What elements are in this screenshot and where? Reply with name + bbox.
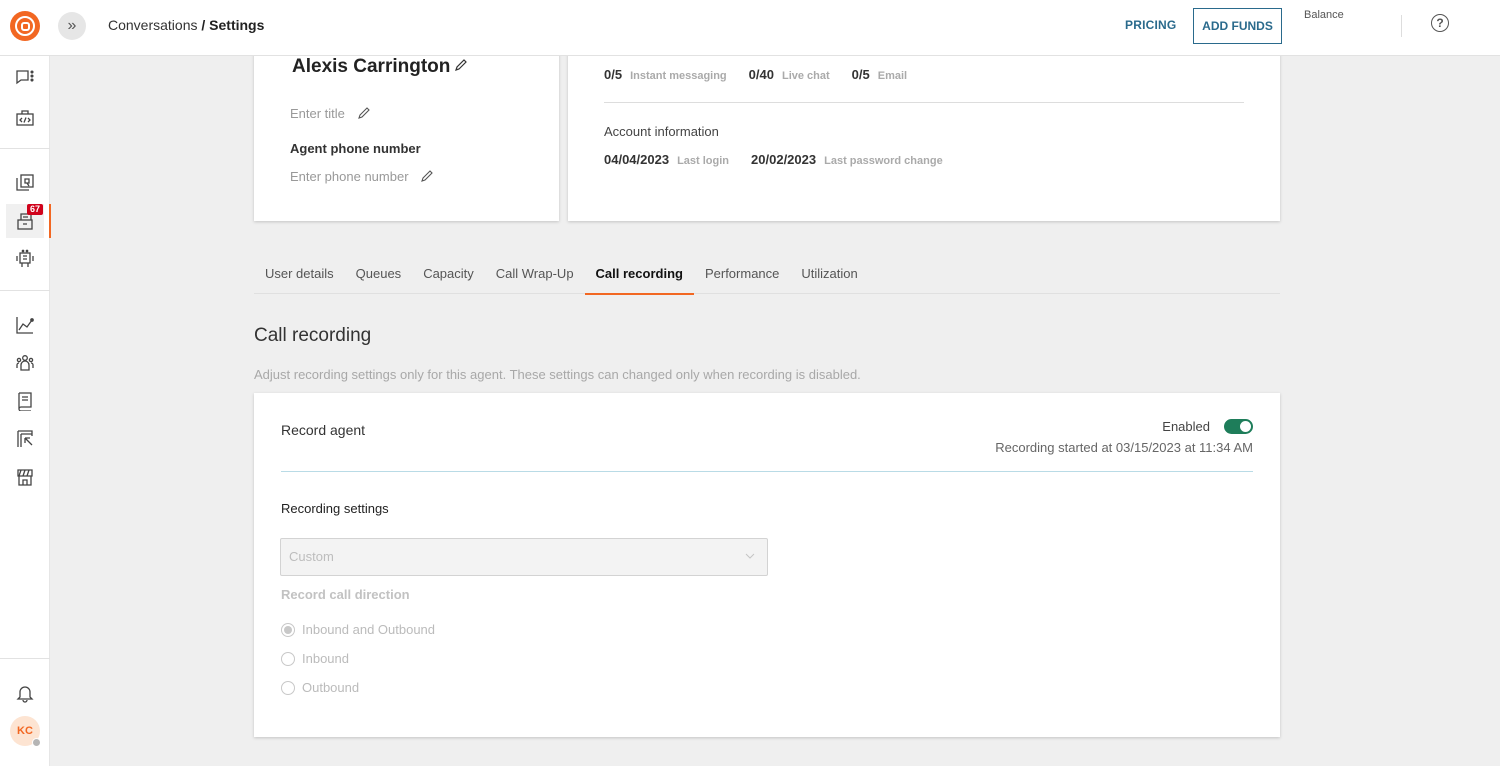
radio-label: Inbound and Outbound xyxy=(302,622,436,637)
top-header: » Conversations / Settings PRICING ADD F… xyxy=(0,0,1500,56)
radio-outbound[interactable]: Outbound xyxy=(281,680,359,695)
presence-status-dot xyxy=(32,738,41,747)
sidebar-item-bot[interactable] xyxy=(6,242,44,276)
campaign-icon xyxy=(17,430,33,447)
enabled-row: Enabled xyxy=(1162,419,1253,434)
enabled-label: Enabled xyxy=(1162,419,1210,434)
radio-label: Outbound xyxy=(302,680,360,695)
tab-utilization[interactable]: Utilization xyxy=(790,258,868,294)
header-divider xyxy=(1401,15,1402,37)
tab-queues[interactable]: Queues xyxy=(345,258,413,294)
edit-name-pencil-icon[interactable] xyxy=(454,58,468,72)
sidebar-item-analytics[interactable] xyxy=(6,308,44,342)
help-icon[interactable]: ? xyxy=(1431,14,1449,32)
call-direction-label: Record call direction xyxy=(281,587,410,602)
capacity-label: Live chat xyxy=(781,70,830,82)
tab-performance[interactable]: Performance xyxy=(694,258,790,294)
divider xyxy=(281,471,1253,472)
radio-button[interactable] xyxy=(281,622,295,637)
sidebar-item-developer[interactable] xyxy=(6,101,44,135)
radio-label: Inbound xyxy=(302,651,349,666)
app-logo[interactable] xyxy=(10,11,40,41)
capacity-label: Instant messaging xyxy=(630,70,727,82)
capacity-row: 0/5 Instant messaging 0/40 Live chat 0/5… xyxy=(604,67,929,82)
notifications-button[interactable] xyxy=(6,676,44,710)
capacity-value: 0/5 xyxy=(851,67,870,82)
sidebar-item-conversations[interactable] xyxy=(6,61,44,95)
sidebar-item-knowledge[interactable] xyxy=(6,166,44,200)
sidebar-item-inbox[interactable]: 67 xyxy=(6,204,51,238)
divider xyxy=(604,102,1244,103)
settings-tabs: User details Queues Capacity Call Wrap-U… xyxy=(254,258,1280,295)
capacity-value: 0/40 xyxy=(748,67,774,82)
people-icon xyxy=(16,355,34,371)
section-description: Adjust recording settings only for this … xyxy=(254,367,861,382)
record-agent-label: Record agent xyxy=(281,422,366,438)
inbox-badge: 67 xyxy=(27,204,44,215)
section-title: Call recording xyxy=(254,325,372,346)
knowledge-icon xyxy=(16,174,34,191)
sidebar-separator xyxy=(0,658,50,659)
radio-inbound[interactable]: Inbound xyxy=(281,651,349,666)
radio-button[interactable] xyxy=(281,680,295,695)
agent-name: Alexis Carrington xyxy=(292,56,451,77)
call-recording-card: Record agent Enabled Recording started a… xyxy=(254,393,1280,737)
sidebar-separator xyxy=(0,148,50,149)
last-password-label: Last password change xyxy=(824,155,943,167)
agent-profile-card: Alexis Carrington Enter title Agent phon… xyxy=(254,40,559,221)
tab-call-wrap-up[interactable]: Call Wrap-Up xyxy=(485,258,585,294)
sidebar-item-store[interactable] xyxy=(6,460,44,494)
avatar-initials: KC xyxy=(17,725,33,737)
last-login-value: 04/04/2023 xyxy=(604,152,670,167)
chevrons-right-icon: » xyxy=(67,17,77,34)
edit-title-pencil-icon[interactable] xyxy=(357,106,371,120)
user-avatar[interactable]: KC xyxy=(10,716,41,747)
analytics-icon xyxy=(16,317,34,334)
sidebar: 67 KC xyxy=(0,56,51,766)
breadcrumb: Conversations / Settings xyxy=(108,17,264,33)
account-info-title: Account information xyxy=(604,124,719,139)
balance-label: Balance xyxy=(1304,9,1344,21)
select-value: Custom xyxy=(289,549,334,564)
capacity-label: Email xyxy=(877,70,908,82)
sidebar-item-people[interactable] xyxy=(6,346,44,380)
last-password-value: 20/02/2023 xyxy=(751,152,817,167)
pricing-link[interactable]: PRICING xyxy=(1125,18,1176,32)
phone-field[interactable]: Enter phone number xyxy=(290,169,409,184)
agent-stats-card: 0/5 Instant messaging 0/40 Live chat 0/5… xyxy=(568,40,1280,221)
sidebar-item-campaign[interactable] xyxy=(6,422,44,456)
capacity-value: 0/5 xyxy=(604,67,623,82)
tab-user-details[interactable]: User details xyxy=(254,258,345,294)
recording-started-text: Recording started at 03/15/2023 at 11:34… xyxy=(995,440,1253,455)
title-field[interactable]: Enter title xyxy=(290,106,345,121)
developer-tools-icon xyxy=(16,110,34,126)
bell-icon xyxy=(16,686,34,703)
conversations-icon xyxy=(16,70,34,85)
recording-settings-label: Recording settings xyxy=(281,501,389,516)
last-login-label: Last login xyxy=(677,155,730,167)
toggle-knob xyxy=(1240,421,1251,432)
store-icon xyxy=(17,469,33,486)
add-funds-button[interactable]: ADD FUNDS xyxy=(1193,8,1282,44)
sidebar-item-book[interactable] xyxy=(6,384,44,418)
breadcrumb-separator: / xyxy=(197,17,210,33)
tab-capacity[interactable]: Capacity xyxy=(412,258,485,294)
phone-label: Agent phone number xyxy=(290,141,421,156)
sidebar-separator xyxy=(0,290,50,291)
breadcrumb-current: Settings xyxy=(209,17,265,33)
tab-call-recording[interactable]: Call recording xyxy=(584,258,695,295)
breadcrumb-parent[interactable]: Conversations xyxy=(108,17,198,33)
book-icon xyxy=(18,392,32,411)
bot-icon xyxy=(16,249,34,267)
recording-settings-select[interactable]: Custom xyxy=(280,538,768,576)
radio-button[interactable] xyxy=(281,651,295,666)
chevron-down-icon xyxy=(745,553,755,559)
account-info-row: 04/04/2023 Last login 20/02/2023 Last pa… xyxy=(604,152,965,167)
expand-sidebar-button[interactable]: » xyxy=(58,12,86,40)
edit-phone-pencil-icon[interactable] xyxy=(420,169,434,183)
radio-inbound-outbound[interactable]: Inbound and Outbound xyxy=(281,622,435,637)
record-agent-toggle[interactable] xyxy=(1224,419,1253,434)
